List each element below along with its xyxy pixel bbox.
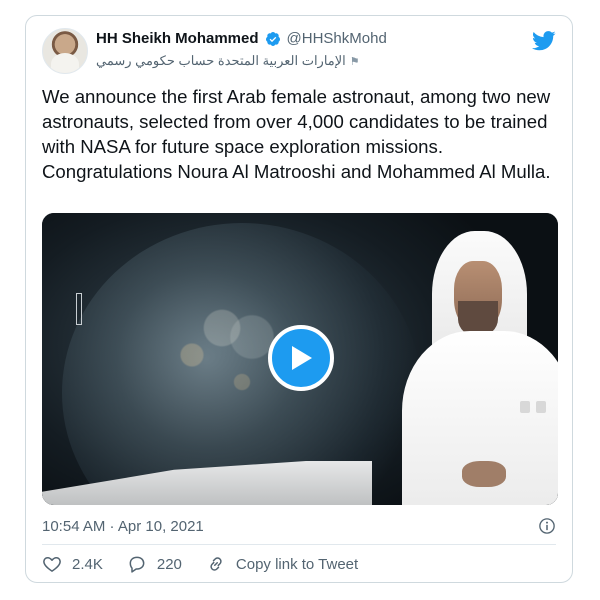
author-label-text: الإمارات العربية المتحدة حساب حكومي رسمي [96, 53, 346, 68]
tweet-card[interactable]: HH Sheikh Mohammed @HHShkMohd الإمارات ا… [25, 15, 573, 583]
like-count: 2.4K [72, 555, 103, 573]
text-cursor-icon [76, 293, 82, 325]
verified-badge-icon [265, 31, 280, 46]
divider [42, 544, 556, 545]
timestamp-row: 10:54 AM · Apr 10, 2021 [42, 516, 556, 536]
play-button[interactable] [268, 325, 334, 391]
hands [462, 461, 506, 487]
pin-badge [520, 401, 530, 413]
reply-button[interactable]: 220 [127, 554, 182, 574]
author-row: HH Sheikh Mohammed @HHShkMohd [96, 30, 387, 47]
reply-count: 220 [156, 555, 182, 573]
copy-link-label: Copy link to Tweet [235, 555, 359, 573]
copy-link-button[interactable]: Copy link to Tweet [206, 554, 358, 574]
flag-icon: ⚑ [349, 55, 360, 68]
author-handle[interactable]: @HHShkMohd [287, 30, 387, 47]
info-icon[interactable] [538, 517, 556, 535]
action-bar: 2.4K 220 Copy link to Tweet [42, 554, 382, 574]
like-button[interactable]: 2.4K [42, 554, 103, 574]
reply-icon [129, 556, 145, 573]
avatar[interactable] [42, 28, 88, 74]
author-label: الإمارات العربية المتحدة حساب حكومي رسمي… [96, 53, 360, 69]
heart-icon [43, 557, 61, 572]
author-name[interactable]: HH Sheikh Mohammed [96, 30, 259, 47]
video-person [402, 231, 558, 505]
video-player[interactable] [42, 213, 558, 505]
play-icon [292, 346, 312, 370]
timestamp[interactable]: 10:54 AM · Apr 10, 2021 [42, 518, 204, 535]
twitter-bird-icon[interactable] [532, 30, 556, 52]
link-icon [210, 557, 222, 571]
tweet-text: We announce the first Arab female astron… [42, 86, 551, 182]
pin-badge [536, 401, 546, 413]
